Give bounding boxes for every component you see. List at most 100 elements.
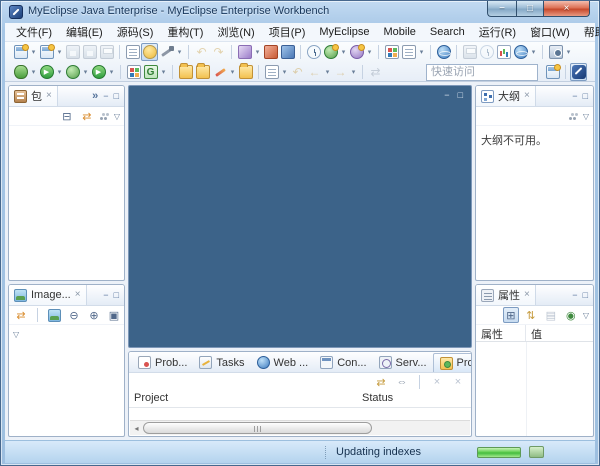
coverage-dropdown[interactable]: ▾ [107, 68, 116, 76]
run-config-button[interactable] [400, 43, 417, 61]
open-perspective-button[interactable] [544, 63, 561, 81]
import-folder-button[interactable] [194, 63, 211, 81]
maximize-view-button[interactable]: □ [114, 291, 119, 300]
last-edit-button[interactable]: ↶ [289, 63, 306, 81]
server-package-button[interactable] [279, 43, 296, 61]
view-menu-button[interactable]: ▽ [114, 112, 120, 121]
minimize-editor-button[interactable]: − [444, 90, 449, 100]
tab-tasks[interactable]: Tasks [193, 353, 250, 372]
tab-problems[interactable]: Prob... [132, 353, 193, 372]
close-button[interactable]: × [544, 1, 590, 17]
new-class-dropdown[interactable]: ▾ [339, 48, 348, 56]
properties-table-body[interactable] [476, 342, 593, 437]
lamp-toggle-button[interactable] [141, 43, 158, 61]
column-value[interactable]: 值 [526, 325, 593, 341]
maximize-view-button[interactable]: □ [583, 92, 588, 101]
profile-button[interactable] [64, 63, 81, 81]
column-property[interactable]: 属性 [476, 325, 526, 341]
run-config-dropdown[interactable]: ▾ [417, 48, 426, 56]
quick-access-input[interactable] [426, 64, 538, 81]
link-editor-button[interactable]: ⇄ [373, 374, 389, 390]
close-view-icon[interactable]: × [75, 290, 81, 300]
menu-source[interactable]: 源码(S) [110, 22, 161, 42]
debug-config-button[interactable] [383, 43, 400, 61]
annotate-dropdown[interactable]: ▾ [228, 68, 237, 76]
menu-help[interactable]: 帮助(H) [577, 22, 600, 42]
myeclipse-perspective-button[interactable] [570, 63, 587, 81]
debug-button[interactable] [12, 63, 29, 81]
gradle-dropdown[interactable]: ▾ [159, 68, 168, 76]
scrollbar-thumb[interactable] [143, 422, 372, 434]
menu-file[interactable]: 文件(F) [9, 22, 59, 42]
view-menu-button[interactable]: ▽ [583, 112, 589, 121]
menu-navigate[interactable]: 浏览(N) [210, 22, 261, 42]
new-interface-dropdown[interactable]: ▾ [365, 48, 374, 56]
debug-dropdown[interactable]: ▾ [29, 68, 38, 76]
view-menu-dots-icon[interactable] [568, 112, 579, 121]
forward-dropdown[interactable]: ▾ [349, 68, 358, 76]
link-editor-button[interactable]: ⇄ [79, 108, 95, 124]
link-with-editor-button[interactable]: ⇄ [367, 63, 384, 81]
save-all-button[interactable] [81, 43, 98, 61]
minimize-view-button[interactable]: − [103, 92, 108, 101]
remove-button[interactable]: × [429, 374, 445, 390]
save-button[interactable] [64, 43, 81, 61]
zoom-out-button[interactable]: ⊖ [66, 307, 82, 323]
tab-servers[interactable]: Serv... [373, 353, 433, 372]
view-overflow-button[interactable]: » [92, 90, 98, 102]
new-ee-project-button[interactable] [236, 43, 253, 61]
menu-window[interactable]: 窗口(W) [523, 22, 577, 42]
menu-edit[interactable]: 编辑(E) [59, 22, 110, 42]
sort-button[interactable]: ⇅ [523, 307, 539, 323]
remove-all-button[interactable]: × [450, 374, 466, 390]
junit-button[interactable] [125, 63, 142, 81]
build-dropdown[interactable]: ▾ [175, 48, 184, 56]
show-tree-button[interactable]: ⊞ [503, 307, 519, 323]
view-menu-dots-icon[interactable] [99, 112, 110, 121]
column-status[interactable]: Status [357, 391, 398, 407]
maximize-button[interactable]: □ [516, 1, 544, 17]
screenshot-dropdown[interactable]: ▾ [564, 48, 573, 56]
redo-button[interactable]: ↷ [210, 43, 227, 61]
deploy-button[interactable] [262, 43, 279, 61]
tab-console[interactable]: Con... [314, 353, 372, 372]
actual-size-button[interactable]: ▣ [106, 307, 122, 323]
web-browser-button[interactable] [435, 43, 452, 61]
package-explorer-content[interactable] [9, 126, 124, 281]
sync-button[interactable]: ⇔ [394, 374, 410, 390]
folder-bug-button[interactable] [237, 63, 254, 81]
search-button[interactable] [512, 43, 529, 61]
tab-properties[interactable]: 属性 × [476, 285, 536, 305]
horizontal-scrollbar[interactable]: ◂ [130, 420, 470, 435]
minimize-view-button[interactable]: − [572, 291, 577, 300]
menu-project[interactable]: 项目(P) [262, 22, 313, 42]
profile-dropdown[interactable]: ▾ [81, 68, 90, 76]
print-button[interactable] [98, 43, 115, 61]
new-class-button[interactable] [322, 43, 339, 61]
run-button[interactable]: ▶ [38, 63, 55, 81]
titlebar[interactable]: MyEclipse Java Enterprise - MyEclipse En… [1, 1, 599, 23]
undo-button[interactable]: ↶ [193, 43, 210, 61]
maximize-view-button[interactable]: □ [114, 92, 119, 101]
image-preview-content[interactable] [9, 344, 124, 437]
db-refresh-button[interactable] [478, 43, 495, 61]
link-editor-button[interactable]: ⇄ [13, 307, 29, 323]
minimize-view-button[interactable]: − [103, 291, 108, 300]
build-button[interactable] [158, 43, 175, 61]
editor-area[interactable]: − □ [128, 85, 472, 348]
new-module-button[interactable] [38, 43, 55, 61]
menu-refactor[interactable]: 重构(T) [160, 22, 210, 42]
search-dropdown[interactable]: ▾ [529, 48, 538, 56]
new-wizard-dropdown[interactable]: ▾ [29, 48, 38, 56]
scrollbar-track[interactable] [143, 422, 470, 435]
next-annotation-button[interactable] [263, 63, 280, 81]
new-module-dropdown[interactable]: ▾ [55, 48, 64, 56]
next-annotation-dropdown[interactable]: ▾ [280, 68, 289, 76]
print-preview-button[interactable] [461, 43, 478, 61]
edit-image-button[interactable] [46, 307, 62, 323]
tab-web-browser[interactable]: Web ... [251, 353, 315, 372]
report-chart-button[interactable] [495, 43, 512, 61]
view-menu-button[interactable]: ▽ [583, 311, 589, 320]
annotate-button[interactable] [211, 63, 228, 81]
new-interface-button[interactable] [348, 43, 365, 61]
